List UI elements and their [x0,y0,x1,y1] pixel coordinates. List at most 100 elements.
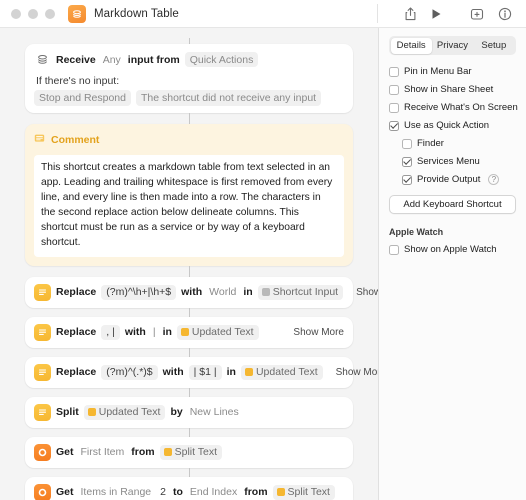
option-provide-output[interactable]: Provide Output ? [389,174,516,185]
replace-with-label: with [162,366,184,379]
replace-pattern[interactable]: , | [101,324,120,340]
show-more-button[interactable]: Show More [348,287,378,298]
action-split[interactable]: Split Updated Text by New Lines [25,396,353,428]
close-button[interactable] [11,8,21,19]
titlebar-actions [404,6,526,21]
get-item-type[interactable]: Items in Range [79,485,154,500]
get-target-token[interactable]: Split Text [272,484,335,500]
replace-target-token[interactable]: Updated Text [240,364,323,380]
info-icon[interactable] [498,7,512,21]
minimize-button[interactable] [28,8,38,19]
replace-pattern[interactable]: (?m)^\h+|\h+$ [101,284,177,300]
comment-title: Comment [51,134,100,146]
tab-setup[interactable]: Setup [473,38,514,54]
show-more-button[interactable]: Show More [285,327,344,338]
replace-target-label: Updated Text [191,326,254,339]
replace-in-label: in [243,286,253,299]
receive-no-input-value[interactable]: Stop and Respond [34,90,131,106]
get-target-token[interactable]: Split Text [159,444,223,460]
window-title: Markdown Table [94,7,179,20]
option-pin-in-menu-bar[interactable]: Pin in Menu Bar [389,66,516,77]
tab-details[interactable]: Details [390,37,432,54]
action-replace-2[interactable]: Replace , | with | in Updated Text Show … [25,316,353,348]
option-show-on-apple-watch[interactable]: Show on Apple Watch [389,244,516,255]
option-show-in-share-sheet[interactable]: Show in Share Sheet [389,84,516,95]
zoom-button[interactable] [45,8,55,19]
get-target-label: Split Text [174,446,218,459]
checkbox[interactable] [389,84,399,95]
receive-no-input-message[interactable]: The shortcut did not receive any input [135,90,322,106]
receive-preposition: input from [127,53,180,66]
receive-type[interactable]: Any [101,52,123,67]
split-keyword: Split [56,406,79,419]
option-receive-whats-on-screen[interactable]: Receive What's On Screen [389,102,518,113]
action-comment[interactable]: Comment This shortcut creates a markdown… [25,124,353,266]
checkbox[interactable] [402,174,412,185]
help-icon[interactable]: ? [488,174,500,185]
option-services-menu[interactable]: Services Menu [389,156,516,167]
window-controls[interactable] [0,8,55,19]
show-more-button[interactable]: Show More [328,367,378,378]
connector [188,265,190,277]
window-body: Receive Any input from Quick Actions If … [0,28,526,500]
checkbox[interactable] [389,244,399,255]
action-replace-1[interactable]: Replace (?m)^\h+|\h+$ with World in Shor… [25,276,378,308]
option-label: Provide Output [417,174,481,185]
connector [188,113,190,124]
range-end[interactable]: End Index [188,485,239,500]
get-item-type[interactable]: First Item [79,445,127,460]
replace-with-label: with [124,326,146,339]
option-label: Pin in Menu Bar [404,66,472,77]
checkbox[interactable] [389,102,399,113]
action-get-items-in-range[interactable]: Get Items in Range 2 to End Index from S… [25,476,353,500]
add-keyboard-shortcut-button[interactable]: Add Keyboard Shortcut [389,195,516,214]
split-separator[interactable]: New Lines [188,405,241,420]
option-finder[interactable]: Finder [389,138,516,149]
receive-source[interactable]: Quick Actions [184,52,259,67]
replace-replacement[interactable]: World [207,285,238,300]
variable-icon [180,328,189,337]
option-use-as-quick-action[interactable]: Use as Quick Action [389,120,516,131]
connector [188,427,190,437]
shortcuts-window: Markdown Table Receive Any input from Qu… [0,0,526,500]
checkbox[interactable] [402,156,412,167]
option-label: Show in Share Sheet [404,84,494,95]
text-icon [34,323,51,341]
split-target-label: Updated Text [98,406,161,419]
connector [188,467,190,477]
tab-privacy[interactable]: Privacy [432,38,473,54]
add-action-icon[interactable] [470,7,484,21]
replace-in-label: in [162,326,172,339]
text-icon [34,403,51,421]
range-start[interactable]: 2 [158,485,168,500]
action-list[interactable]: Receive Any input from Quick Actions If … [0,28,378,500]
split-by-label: by [170,406,183,419]
replace-target-token[interactable]: Shortcut Input [257,284,344,300]
option-label: Show on Apple Watch [404,244,497,255]
checkbox[interactable] [389,66,399,77]
inspector-tabs[interactable]: Details Privacy Setup [389,36,516,55]
get-from-label: from [131,446,155,459]
play-icon[interactable] [431,8,442,20]
option-label: Use as Quick Action [404,120,490,131]
action-replace-3[interactable]: Replace (?m)^(.*)$ with | $1 | in Update… [25,356,378,388]
variable-icon [276,488,285,497]
comment-text[interactable]: This shortcut creates a markdown table f… [34,155,344,257]
replace-target-token[interactable]: Updated Text [176,324,259,340]
replace-replacement[interactable]: | $1 | [188,364,222,380]
get-from-label: from [244,486,268,499]
checkbox[interactable] [389,120,399,131]
action-receive[interactable]: Receive Any input from Quick Actions If … [25,44,353,113]
variable-icon [87,408,96,417]
split-target-token[interactable]: Updated Text [83,404,166,420]
replace-replacement[interactable]: | [151,325,158,340]
action-get-first-item[interactable]: Get First Item from Split Text [25,436,353,468]
share-icon[interactable] [404,6,417,21]
checkbox[interactable] [402,138,412,149]
option-label: Receive What's On Screen [404,102,518,113]
titlebar: Markdown Table [0,0,526,28]
option-label: Services Menu [417,156,480,167]
replace-pattern[interactable]: (?m)^(.*)$ [101,364,158,380]
variable-icon [244,368,253,377]
replace-target-label: Updated Text [255,366,318,379]
